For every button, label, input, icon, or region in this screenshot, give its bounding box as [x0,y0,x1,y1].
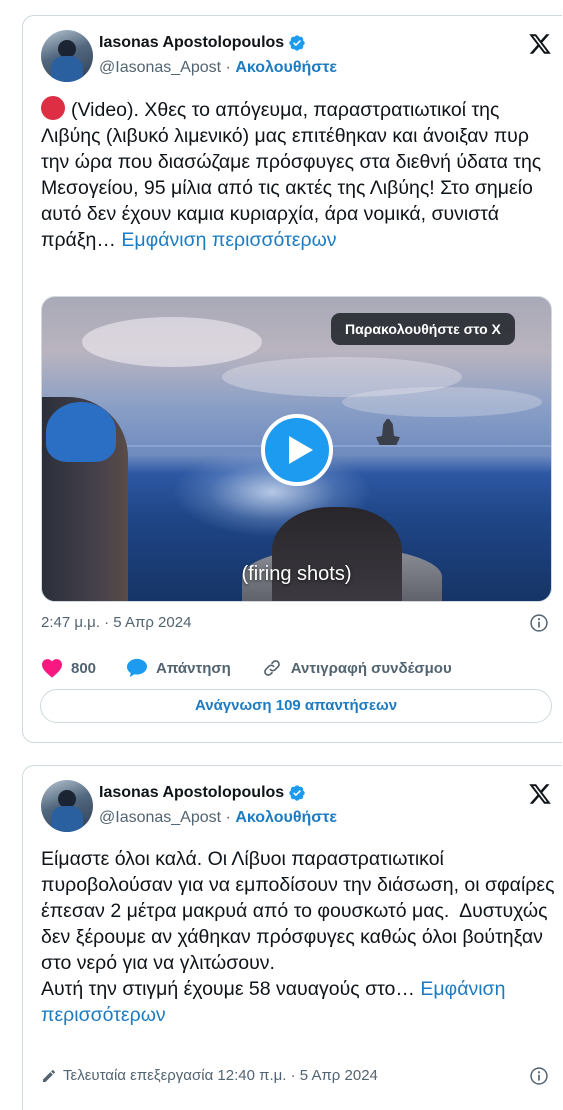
x-logo-icon[interactable] [528,32,552,56]
ship-silhouette [376,419,400,445]
like-count: 800 [71,659,97,677]
info-icon[interactable] [529,1066,549,1086]
like-button[interactable]: 800 [41,658,96,678]
link-icon [263,660,280,676]
play-button[interactable] [261,414,333,486]
reply-label: Απάντηση [156,659,231,677]
copy-link-button[interactable]: Αντιγραφή συνδέσμου [261,658,452,678]
verified-badge-icon [289,785,305,801]
avatar[interactable] [41,30,93,82]
edited-label: Τελευταία επεξεργασία 12:40 π.μ. · 5 Απρ… [63,1067,378,1084]
edited-row[interactable]: Τελευταία επεξεργασία 12:40 π.μ. · 5 Απρ… [41,1067,378,1084]
separator: · [225,809,231,826]
author-row: Iasonas Apostolopoulos [99,784,306,802]
watch-on-x-button[interactable]: Παρακολουθήστε στο X [331,313,515,345]
tweet-text: (Video). Χθες το απόγευμα, παραστρατιωτι… [41,96,556,253]
handle-row: @Iasonas_Apost · Ακολουθήστε [99,809,337,827]
tweet-timestamp[interactable]: 2:47 μ.μ. · 5 Απρ 2024 [41,614,191,631]
x-logo-icon[interactable] [528,782,552,806]
reply-button[interactable]: Απάντηση [126,658,231,678]
author-name[interactable]: Iasonas Apostolopoulos [99,34,284,52]
action-bar: 800 Απάντηση Αντιγραφή συνδέσμου [41,657,541,679]
tweet-text: Είμαστε όλοι καλά. Οι Λίβυοι παραστρατιω… [41,846,556,1028]
video-caption: (firing shots) [241,563,352,585]
tweet-card: Iasonas Apostolopoulos @Iasonas_Apost · … [22,15,562,743]
play-icon [289,436,313,464]
show-more-link[interactable]: Εμφάνιση περισσότερων [121,229,336,251]
heart-icon [42,659,62,678]
reply-icon [127,658,148,678]
author-handle[interactable]: @Iasonas_Apost [99,59,221,76]
author-handle[interactable]: @Iasonas_Apost [99,809,221,826]
separator: · [225,59,231,76]
copy-link-label: Αντιγραφή συνδέσμου [290,659,452,677]
verified-badge-icon [289,35,305,51]
follow-button[interactable]: Ακολουθήστε [235,59,337,76]
read-replies-button[interactable]: Ανάγνωση 109 απαντήσεων [40,689,552,723]
author-row: Iasonas Apostolopoulos [99,34,306,52]
handle-row: @Iasonas_Apost · Ακολουθήστε [99,59,337,77]
tweet-card: Iasonas Apostolopoulos @Iasonas_Apost · … [22,765,562,1110]
author-name[interactable]: Iasonas Apostolopoulos [99,784,284,802]
video-media[interactable]: Παρακολουθήστε στο X (firing shots) [41,296,552,602]
avatar[interactable] [41,780,93,832]
red-circle-emoji [41,96,65,120]
info-icon[interactable] [529,613,549,633]
follow-button[interactable]: Ακολουθήστε [235,809,337,826]
edit-pencil-icon [43,1069,55,1082]
